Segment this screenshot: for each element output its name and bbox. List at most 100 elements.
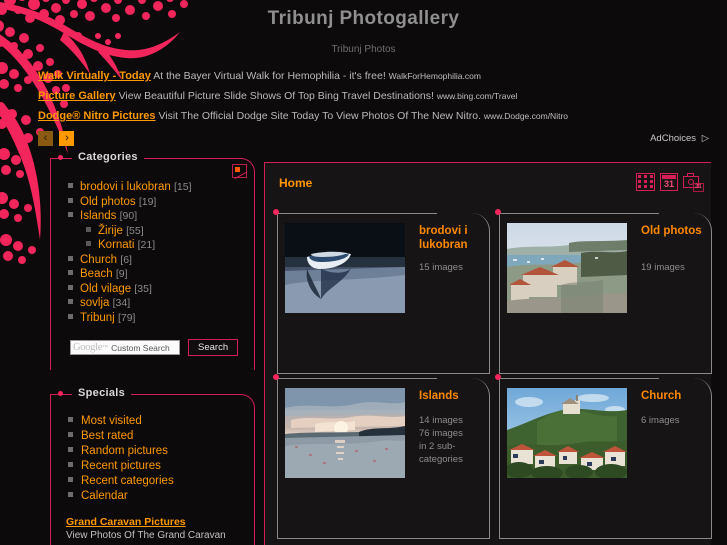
list-item[interactable]: Calendar [68, 489, 174, 504]
list-item[interactable]: Most visited [68, 414, 174, 429]
bullet-icon [68, 447, 73, 452]
ad-row[interactable]: Picture Gallery View Beautiful Picture S… [38, 90, 638, 102]
ad-url[interactable]: www.Dodge.com/Nitro [484, 111, 568, 121]
bullet-icon [68, 284, 73, 290]
categories-panel: Categories brodovi i lukobran [15] Old p… [50, 151, 255, 370]
gallery-cell-subcategories: in 2 sub-categories [419, 441, 463, 465]
breadcrumb[interactable]: Home [279, 176, 312, 190]
list-item[interactable]: Žirije [55] [68, 224, 192, 239]
bullet-icon [68, 417, 73, 422]
special-label[interactable]: Calendar [81, 490, 128, 502]
category-label[interactable]: Kornati [98, 239, 134, 251]
gallery-cell[interactable]: Islands 14 images 76 images in 2 sub-cat… [271, 374, 490, 539]
google-custom-search: Google ™ Custom Search Search [70, 339, 239, 356]
ad-title-link[interactable]: Walk Virtually - Today [38, 70, 151, 82]
ad-pagination: ‹ › [38, 130, 638, 148]
sidebar-ad-description: View Photos Of The Grand Caravan [66, 530, 226, 541]
special-label[interactable]: Most visited [81, 415, 142, 427]
gallery-cell-count: 6 images [641, 415, 680, 426]
category-label[interactable]: brodovi i lukobran [80, 181, 171, 193]
ad-url[interactable]: www.bing.com/Travel [437, 91, 517, 101]
ad-next-arrow-icon[interactable]: › [59, 131, 75, 147]
category-label[interactable]: sovlja [80, 297, 109, 309]
cell-corner-dot [495, 374, 501, 380]
adchoices-triangle-icon: ▷ [701, 133, 709, 144]
gallery-cell-count: 14 images [419, 415, 463, 426]
list-item[interactable]: Random pictures [68, 444, 174, 459]
ad-description: View Beautiful Picture Slide Shows Of To… [118, 90, 434, 102]
category-count: [79] [117, 311, 136, 324]
gallery-cell-title[interactable]: Old photos [641, 224, 707, 238]
gallery-cell-title[interactable]: brodovi i lukobran [419, 224, 485, 252]
ad-row[interactable]: Dodge® Nitro Pictures Visit The Official… [38, 110, 638, 122]
special-label[interactable]: Best rated [81, 430, 133, 442]
category-label[interactable]: Church [80, 254, 117, 266]
ad-title-link[interactable]: Dodge® Nitro Pictures [38, 110, 156, 122]
list-item[interactable]: Beach [9] [68, 267, 192, 282]
gallery-thumbnail[interactable] [507, 223, 627, 313]
ad-prev-arrow-icon[interactable]: ‹ [38, 131, 53, 147]
category-label[interactable]: Tribunj [80, 312, 115, 324]
cell-corner-dot [273, 209, 279, 215]
list-item[interactable]: Old photos [19] [68, 195, 192, 210]
bullet-icon [86, 226, 91, 232]
ad-row[interactable]: Walk Virtually - Today At the Bayer Virt… [38, 70, 638, 82]
broken-image-icon[interactable] [232, 164, 247, 178]
bullet-icon [68, 432, 73, 437]
gallery-cell[interactable]: Old photos 19 images [493, 209, 712, 374]
list-item[interactable]: Recent pictures [68, 459, 174, 474]
search-button[interactable]: Search [188, 339, 239, 356]
sidebar-ad-title[interactable]: Grand Caravan Pictures [66, 516, 251, 528]
gallery-cell[interactable]: Church 6 images [493, 374, 712, 539]
list-item[interactable]: Old vilage [35] [68, 282, 192, 297]
camera-day-number: 31 [693, 183, 704, 192]
list-item[interactable]: brodovi i lukobran [15] [68, 180, 192, 195]
camera-date-view-icon[interactable]: 31 [683, 173, 704, 192]
bullet-icon [68, 299, 73, 304]
gallery-thumbnail[interactable] [285, 223, 405, 313]
category-list: brodovi i lukobran [15] Old photos [19] … [68, 180, 192, 325]
category-count: [35] [134, 282, 152, 295]
category-count: [34] [112, 297, 131, 309]
list-item[interactable]: Church [6] [68, 253, 192, 268]
ad-title-link[interactable]: Picture Gallery [38, 90, 116, 102]
gallery-thumbnail[interactable] [285, 388, 405, 478]
category-count: [6] [120, 253, 132, 266]
calendar-view-icon[interactable]: 31 [660, 173, 678, 191]
list-item[interactable]: sovlja [34] [68, 296, 192, 311]
specials-legend: Specials [72, 387, 132, 399]
specials-list: Most visited Best rated Random pictures … [68, 414, 174, 504]
gallery-cell[interactable]: brodovi i lukobran 15 images [271, 209, 490, 374]
panel-corner-dot [58, 391, 63, 396]
category-count: [19] [138, 195, 157, 208]
category-count: [90] [119, 210, 138, 222]
category-count: [15] [173, 181, 192, 193]
gallery-cell-title[interactable]: Church [641, 389, 707, 403]
category-label[interactable]: Beach [80, 268, 113, 280]
gallery-cell-title[interactable]: Islands [419, 389, 485, 403]
search-input[interactable]: Google ™ Custom Search [70, 340, 180, 355]
category-label[interactable]: Žirije [98, 225, 123, 237]
special-label[interactable]: Random pictures [81, 445, 168, 457]
bullet-icon [68, 212, 73, 217]
cell-corner-dot [495, 209, 501, 215]
list-item[interactable]: Tribunj [79] [68, 311, 192, 326]
special-label[interactable]: Recent pictures [81, 460, 161, 472]
category-count: [55] [126, 224, 144, 237]
ad-url[interactable]: WalkForHemophilia.com [389, 71, 481, 81]
list-item[interactable]: Recent categories [68, 474, 174, 489]
sidebar-ad[interactable]: Grand Caravan Pictures View Photos Of Th… [66, 516, 251, 541]
category-label[interactable]: Old vilage [80, 283, 131, 295]
list-item[interactable]: Best rated [68, 429, 174, 444]
special-label[interactable]: Recent categories [81, 475, 174, 487]
thumbnail-grid-view-icon[interactable] [636, 173, 655, 191]
list-item[interactable]: Islands [90] [68, 209, 192, 224]
adchoices-label[interactable]: AdChoices ▷ [650, 133, 709, 144]
category-label[interactable]: Old photos [80, 196, 136, 208]
categories-legend: Categories [72, 151, 144, 163]
google-tm-mark: ™ [102, 344, 109, 351]
adchoices-text: AdChoices [650, 133, 697, 144]
list-item[interactable]: Kornati [21] [68, 238, 192, 253]
category-label[interactable]: Islands [80, 210, 116, 222]
gallery-thumbnail[interactable] [507, 388, 627, 478]
